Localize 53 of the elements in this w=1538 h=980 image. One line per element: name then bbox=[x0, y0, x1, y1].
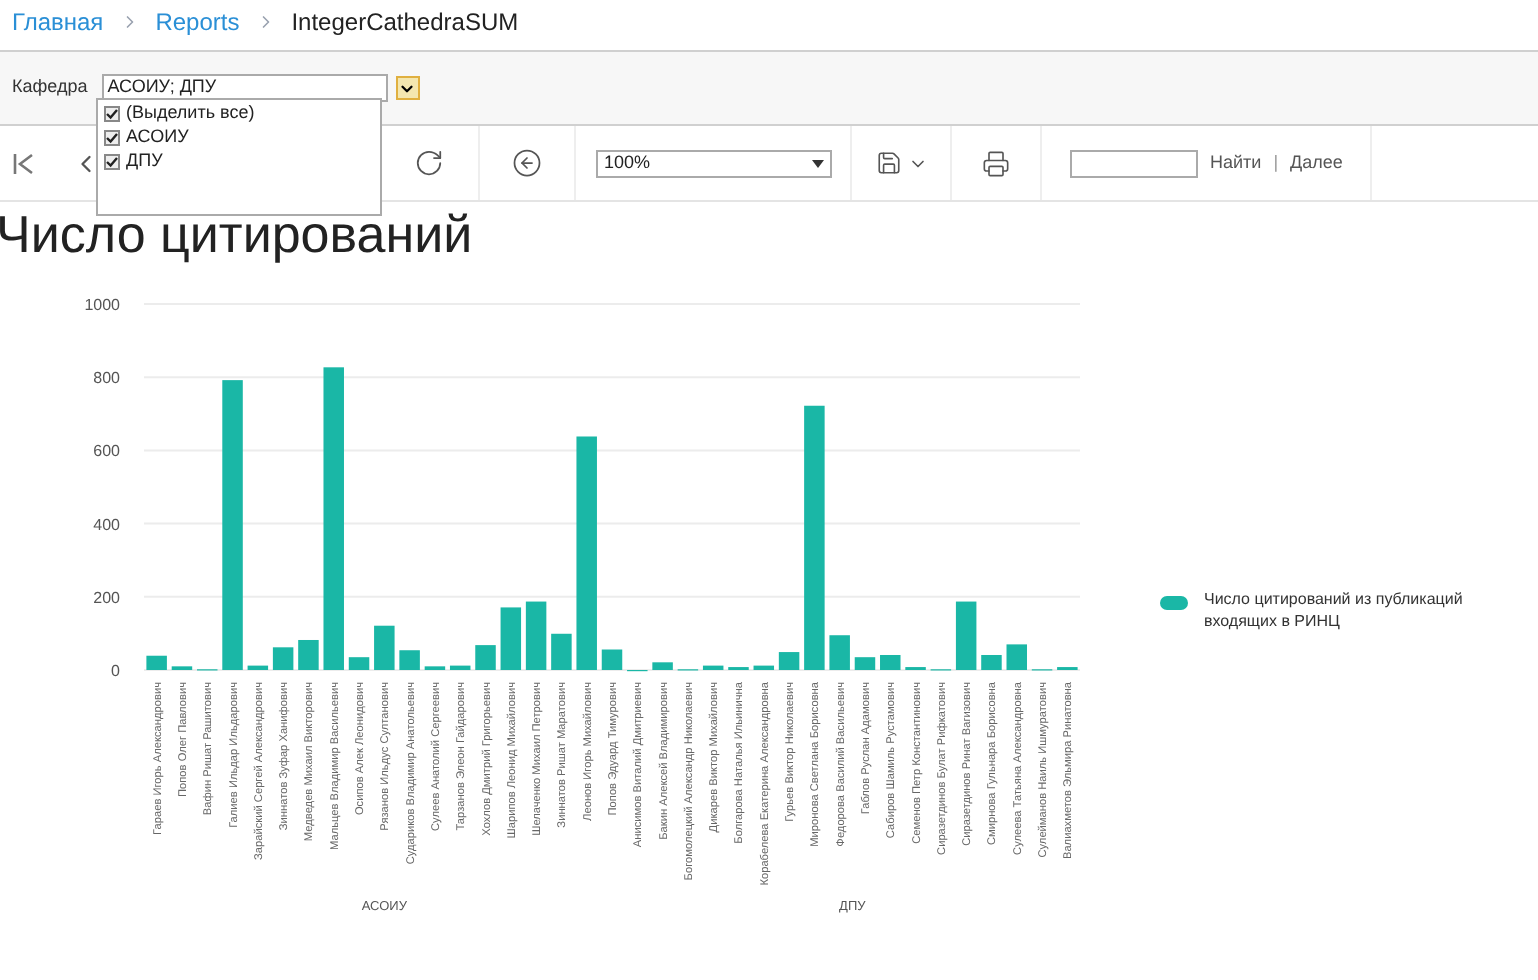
bar bbox=[247, 665, 269, 670]
back-icon[interactable] bbox=[512, 148, 542, 178]
print-icon[interactable] bbox=[982, 149, 1010, 177]
bar bbox=[475, 645, 496, 670]
axis-tick-label: 1000 bbox=[84, 296, 120, 314]
zoom-select[interactable]: 100% bbox=[596, 149, 832, 177]
bar bbox=[298, 640, 319, 670]
axis-tick-label: 600 bbox=[93, 442, 120, 461]
legend-label: Число цитирований из публикаций входящих в РИНЦ bbox=[1204, 588, 1465, 632]
search-field[interactable] bbox=[1070, 149, 1198, 177]
find-link[interactable]: Найти bbox=[1210, 149, 1262, 177]
bar bbox=[1006, 644, 1027, 670]
bar bbox=[955, 601, 977, 670]
bar bbox=[981, 655, 1002, 670]
bar bbox=[854, 657, 876, 670]
next-link[interactable]: Далее bbox=[1290, 149, 1343, 177]
report-title: Число цитирований bbox=[0, 204, 475, 264]
bar bbox=[374, 625, 395, 670]
breadcrumb-current: IntegerCathedraSUM bbox=[291, 6, 519, 40]
bar bbox=[753, 665, 775, 670]
dropdown-toggle[interactable] bbox=[395, 76, 420, 100]
bar bbox=[449, 665, 471, 670]
bar bbox=[551, 633, 572, 670]
bar bbox=[146, 655, 167, 670]
checkbox[interactable] bbox=[104, 153, 120, 169]
dropdown-option[interactable]: ДПУ bbox=[98, 150, 380, 172]
checkbox[interactable] bbox=[104, 129, 120, 145]
dropdown-arrow-icon bbox=[812, 159, 824, 167]
bar bbox=[348, 657, 370, 670]
bar bbox=[399, 650, 420, 670]
bar bbox=[500, 607, 522, 670]
breadcrumb-link[interactable]: Главная bbox=[12, 4, 104, 40]
bar bbox=[525, 601, 547, 670]
axis-tick-label: 0 bbox=[111, 662, 120, 680]
checkbox[interactable] bbox=[104, 105, 120, 121]
bar bbox=[778, 652, 800, 670]
bar bbox=[702, 665, 724, 670]
axis-tick-label: 200 bbox=[93, 588, 120, 607]
dropdown-option[interactable]: (Выделить все) bbox=[98, 102, 380, 124]
bar bbox=[601, 649, 623, 670]
parameter-label: Кафедра bbox=[12, 74, 88, 101]
bar bbox=[829, 635, 850, 670]
bar bbox=[880, 655, 901, 670]
bar bbox=[652, 662, 673, 670]
separator-text: | bbox=[1273, 149, 1279, 176]
first-page-icon[interactable] bbox=[12, 151, 36, 175]
refresh-icon[interactable] bbox=[414, 148, 444, 178]
axis-tick-label: 400 bbox=[93, 515, 120, 534]
breadcrumb-link[interactable]: Reports bbox=[155, 4, 240, 40]
axis-tick-label: 800 bbox=[93, 369, 120, 388]
dropdown-option[interactable]: АСОИУ bbox=[98, 126, 380, 148]
save-icon[interactable] bbox=[875, 150, 901, 176]
bar bbox=[272, 647, 294, 670]
